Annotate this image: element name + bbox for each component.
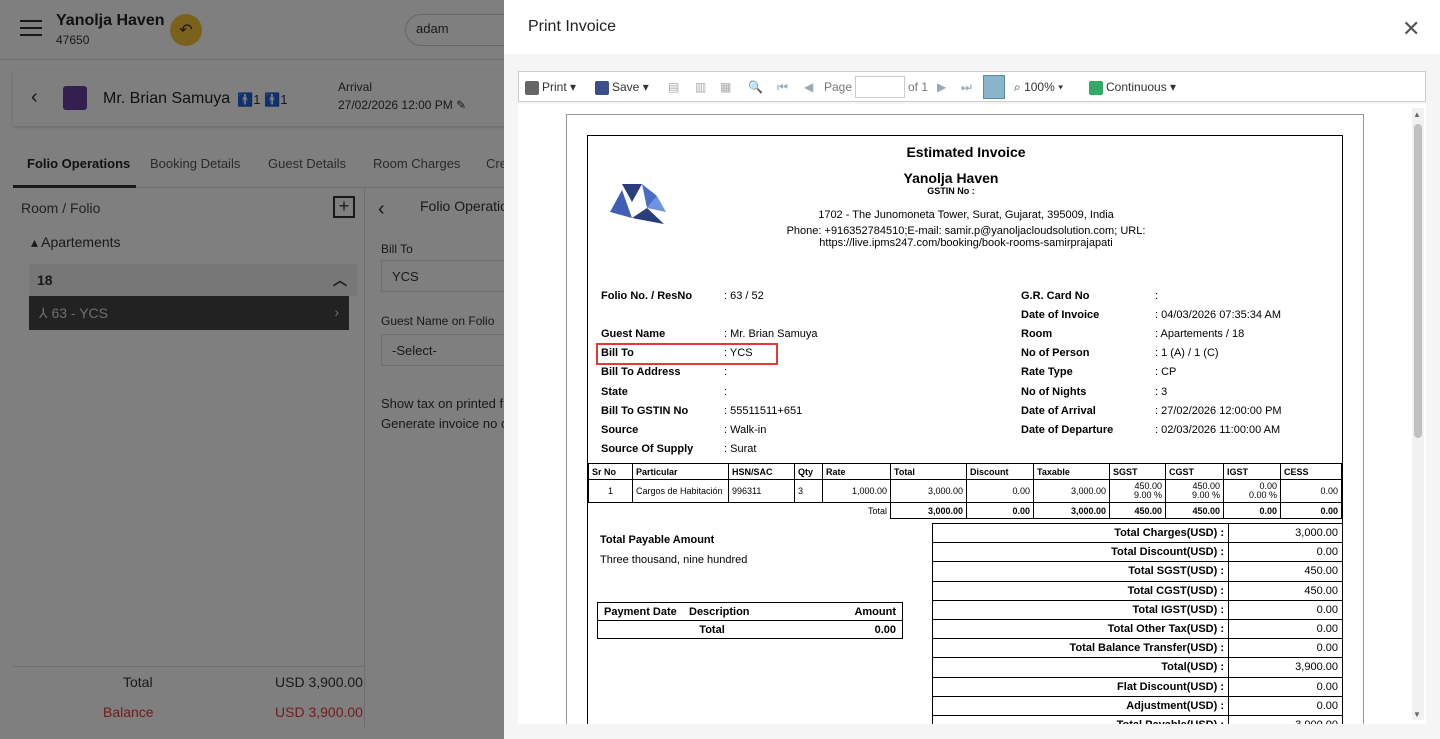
hotel-logo-icon [610,184,666,224]
invoice-address: 1702 - The Junomoneta Tower, Surat, Guja… [818,209,1114,221]
invoice-gstin: GSTIN No : [927,186,975,196]
field-label: Rate Type [1021,366,1073,378]
save-button[interactable]: Save ▾ [595,80,649,95]
invoice-contact: Phone: +916352784510;E-mail: samir.p@yan… [786,225,1146,249]
field-label: G.R. Card No [1021,290,1090,302]
field-label: Bill To Address [601,366,681,378]
totals-row: Total Other Tax(USD) :0.00 [932,618,1343,640]
table-header-row: Sr No Particular HSN/SAC Qty Rate Total … [588,463,1342,480]
zoom-select[interactable]: ⌕ 100% ▾ [1014,80,1063,95]
field-label: Date of Departure [1021,424,1114,436]
zoom-icon: ⌕ [1014,80,1021,94]
scroll-thumb[interactable] [1414,124,1422,438]
print-invoice-modal: Print Invoice ✕ Print ▾ Save ▾ ▤ ▥ ▦ 🔍 ⏮… [504,0,1440,739]
table-row: 1 Cargos de Habitación 996311 3 1,000.00… [588,479,1342,503]
page-label: Page [824,80,853,94]
totals-row: Total Payable(USD) :3,900.00 [932,714,1343,724]
invoice-title: Estimated Invoice [906,144,1026,160]
field-label: Guest Name [601,328,666,340]
modal-title: Print Invoice [528,18,617,35]
field-label: Folio No. / ResNo [601,290,693,302]
total-payable-words: Three thousand, nine hundred [600,554,748,566]
scroll-down-icon: ▼ [1413,710,1421,719]
totals-row: Total Balance Transfer(USD) :0.00 [932,638,1343,659]
table-total-row: Total 3,000.00 0.00 3,000.00 450.00 450.… [588,502,1342,519]
single-page-view-button[interactable] [983,75,1005,99]
invoice-hotel-name: Yanolja Haven [903,170,999,186]
report-viewer: Estimated Invoice Yanolja Haven GSTIN No… [518,104,1426,724]
viewer-scrollbar[interactable]: ▲ ▼ [1412,108,1424,720]
charges-table: Sr No Particular HSN/SAC Qty Rate Total … [588,463,1342,519]
field-value: : 3 [1155,386,1168,398]
modal-overlay[interactable] [0,0,504,739]
of-pages-label: of 1 [908,80,929,94]
report-toolbar: Print ▾ Save ▾ ▤ ▥ ▦ 🔍 ⏮ ◀ Page of 1 ▶ ⏭… [518,71,1426,102]
field-value: : [724,366,728,378]
field-value: : 1 (A) / 1 (C) [1155,347,1219,359]
field-label: Date of Invoice [1021,309,1100,321]
field-value: : CP [1155,366,1177,378]
totals-row: Adjustment(USD) :0.00 [932,695,1343,716]
copy-icon[interactable]: ▦ [720,80,731,94]
field-label: State [601,386,628,398]
field-value: : Walk-in [724,424,767,436]
totals-row: Total(USD) :3,900.00 [932,657,1343,678]
totals-table: Total Charges(USD) :3,000.00 Total Discou… [932,522,1343,724]
document-icon[interactable]: ▤ [668,80,679,94]
field-value: : Surat [724,443,757,455]
field-label: No of Person [1021,347,1090,359]
find-icon[interactable]: 🔍 [748,80,763,94]
floppy-icon [595,80,609,95]
field-label: Bill To GSTIN No [601,405,689,417]
page-input[interactable] [855,76,905,98]
totals-row: Total Charges(USD) :3,000.00 [932,522,1343,544]
field-label: Date of Arrival [1021,405,1096,417]
field-value: : 04/03/2026 07:35:34 AM [1155,309,1281,321]
invoice-frame: Estimated Invoice Yanolja Haven GSTIN No… [587,135,1343,724]
first-page-icon[interactable]: ⏮ [777,80,788,95]
next-page-icon[interactable]: ▶ [937,80,946,94]
print-button[interactable]: Print ▾ [525,80,576,95]
view-mode-select[interactable]: Continuous ▾ [1089,80,1176,95]
field-value: : 63 / 52 [724,290,764,302]
field-label: No of Nights [1021,386,1087,398]
totals-row: Total SGST(USD) :450.00 [932,561,1343,582]
prev-page-icon[interactable]: ◀ [804,80,813,94]
field-label: Source Of Supply [601,443,694,455]
field-label: Source [601,424,639,436]
payment-table: Payment Date Description Amount Total 0.… [596,602,903,639]
field-value: : Apartements / 18 [1155,328,1245,340]
field-value: : 02/03/2026 11:00:00 AM [1155,424,1281,436]
bill-to-highlight [596,343,778,365]
field-label: Room [1021,328,1053,340]
field-value: : 55511511+651 [724,405,803,417]
totals-row: Flat Discount(USD) :0.00 [932,676,1343,697]
field-value: : [1155,290,1159,302]
printer-icon [525,80,539,95]
totals-row: Total CGST(USD) :450.00 [932,580,1343,601]
clipboard-icon[interactable]: ▥ [695,80,706,94]
close-icon[interactable]: ✕ [1402,16,1420,42]
totals-row: Total IGST(USD) :0.00 [932,599,1343,620]
continuous-icon [1089,80,1103,95]
total-payable-label: Total Payable Amount [600,534,715,546]
field-value: : 27/02/2026 12:00:00 PM [1155,405,1282,417]
modal-header: Print Invoice ✕ [504,0,1440,54]
field-value: : Mr. Brian Samuya [724,328,818,340]
field-value: : [724,386,728,398]
invoice-page: Estimated Invoice Yanolja Haven GSTIN No… [566,114,1364,724]
totals-row: Total Discount(USD) :0.00 [932,542,1343,563]
scroll-up-icon: ▲ [1413,110,1421,119]
last-page-icon[interactable]: ⏭ [961,80,972,95]
